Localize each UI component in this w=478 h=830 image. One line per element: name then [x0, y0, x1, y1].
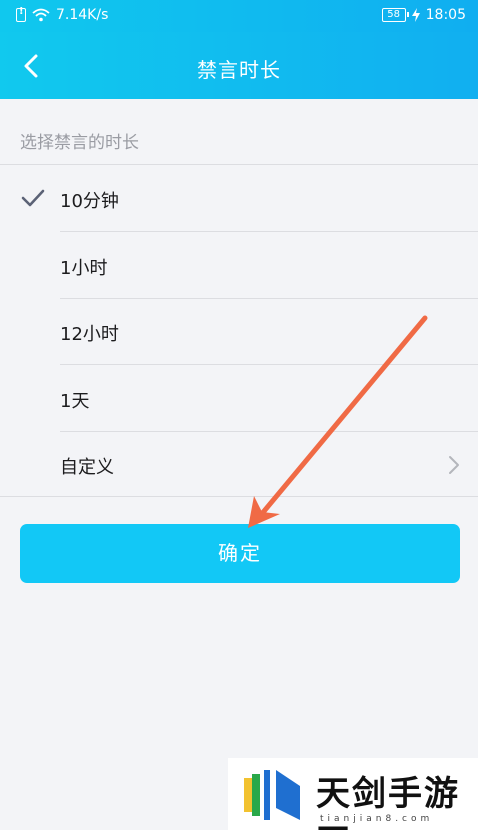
battery-icon: 58 [381, 8, 409, 22]
sim-alert-icon [16, 6, 26, 22]
wifi-icon [32, 8, 50, 22]
page-title: 禁言时长 [197, 58, 281, 82]
option-12-hours[interactable]: 12小时 [0, 298, 478, 365]
option-label: 12小时 [60, 324, 119, 345]
section-label: 选择禁言的时长 [20, 133, 139, 153]
clock: 18:05 [425, 7, 466, 23]
status-right: 58 18:05 [381, 7, 466, 23]
option-custom[interactable]: 自定义 [0, 431, 478, 498]
chevron-right-icon [449, 456, 459, 474]
option-1-day[interactable]: 1天 [0, 365, 478, 432]
network-speed: 7.14K/s [56, 7, 109, 23]
checkmark-icon [21, 189, 45, 207]
option-10-minutes[interactable]: 10分钟 [0, 165, 478, 232]
watermark-subtext: tianjian8.com [320, 814, 434, 824]
duration-option-list: 10分钟 1小时 12小时 1天 自定义 [0, 164, 478, 497]
site-logo-icon [244, 770, 300, 820]
confirm-button[interactable]: 确定 [20, 524, 460, 583]
option-label: 1天 [60, 391, 90, 412]
charging-icon [411, 8, 420, 22]
status-bar: 7.14K/s 58 18:05 [0, 0, 478, 32]
option-1-hour[interactable]: 1小时 [0, 232, 478, 299]
option-label: 10分钟 [60, 191, 119, 212]
watermark: 天剑手游网 tianjian8.com [228, 758, 478, 830]
option-label: 自定义 [60, 457, 114, 478]
title-bar: 禁言时长 [0, 32, 478, 99]
option-label: 1小时 [60, 258, 108, 279]
status-left: 7.14K/s [16, 6, 109, 23]
